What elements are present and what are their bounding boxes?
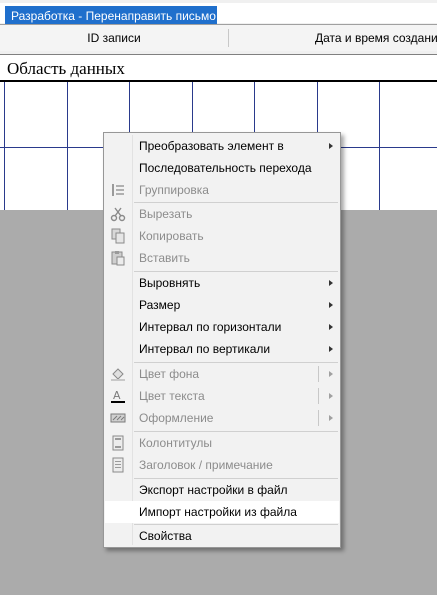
grid-line [67,82,68,210]
menu-item-import-settings[interactable]: Импорт настройки из файла [105,501,339,523]
menu-item-label: Копировать [139,229,204,243]
menu-item-special-effect[interactable]: Оформление [105,407,339,429]
split-divider [318,366,319,382]
submenu-arrow-icon [329,280,333,286]
menu-item-size[interactable]: Размер [105,294,339,316]
menu-item-label: Свойства [139,529,192,543]
submenu-arrow-icon [329,143,333,149]
special-effect-icon [110,410,126,426]
menu-item-label: Размер [139,298,181,312]
detail-section-bar[interactable]: Область данных [0,54,437,82]
menu-item-copy[interactable]: Копировать [105,225,339,247]
menu-item-label: Цвет текста [139,389,205,403]
scissors-icon [110,206,126,222]
font-color-icon: A [110,388,126,404]
menu-item-align[interactable]: Выровнять [105,272,339,294]
menu-item-label: Оформление [139,411,214,425]
submenu-arrow-icon [329,324,333,330]
submenu-arrow-icon [329,302,333,308]
header-footer-icon [110,435,126,451]
column-header-id[interactable]: ID записи [0,25,228,51]
grid-line [4,82,5,210]
menu-item-label: Последовательность перехода [139,161,312,175]
split-divider [318,388,319,404]
detail-section-label: Область данных [7,59,125,78]
submenu-arrow-icon [329,393,333,399]
menu-item-label: Преобразовать элемент в [139,139,284,153]
menu-item-header-footer[interactable]: Колонтитулы [105,432,339,454]
menu-item-label: Интервал по горизонтали [139,320,282,334]
menu-item-paste[interactable]: Вставить [105,247,339,269]
submenu-arrow-icon [329,371,333,377]
submenu-arrow-icon [329,415,333,421]
menu-item-label: Интервал по вертикали [139,342,271,356]
menu-item-label: Вырезать [139,207,193,221]
document-tab[interactable]: Разработка - Перенаправить письмо [5,6,217,26]
menu-item-properties[interactable]: Свойства [105,525,339,547]
grid-line [379,82,380,210]
split-divider [318,410,319,426]
menu-item-convert-to[interactable]: Преобразовать элемент в [105,135,339,157]
menu-item-cut[interactable]: Вырезать [105,203,339,225]
menu-item-header-note[interactable]: Заголовок / примечание [105,454,339,476]
menu-item-label: Колонтитулы [139,436,213,450]
menu-item-label: Выровнять [139,276,201,290]
svg-text:A: A [113,389,121,402]
menu-item-font-color[interactable]: A Цвет текста [105,385,339,407]
copy-icon [110,228,126,244]
paste-icon [110,250,126,266]
menu-item-export-settings[interactable]: Экспорт настройки в файл [105,479,339,501]
submenu-arrow-icon [329,346,333,352]
context-menu: Преобразовать элемент в Последовательнос… [103,132,341,548]
column-header-created[interactable]: Дата и время создания [229,25,437,51]
menu-item-label: Экспорт настройки в файл [139,483,288,497]
menu-item-horizontal-spacing[interactable]: Интервал по горизонтали [105,316,339,338]
menu-item-label: Цвет фона [139,367,200,381]
menu-item-label: Импорт настройки из файла [139,505,297,519]
menu-item-fill-color[interactable]: Цвет фона [105,363,339,385]
menu-item-label: Заголовок / примечание [139,458,273,472]
page-header-row: ID записи Дата и время создания [0,24,437,51]
fill-color-icon [110,366,126,382]
menu-item-tab-order[interactable]: Последовательность перехода [105,157,339,179]
menu-item-vertical-spacing[interactable]: Интервал по вертикали [105,338,339,360]
header-note-icon [110,457,126,473]
menu-item-label: Группировка [139,183,209,197]
menu-item-grouping[interactable]: Группировка [105,179,339,201]
title-bar: Разработка - Перенаправить письмо [0,3,437,26]
grouping-icon [110,182,126,198]
menu-item-label: Вставить [139,251,190,265]
